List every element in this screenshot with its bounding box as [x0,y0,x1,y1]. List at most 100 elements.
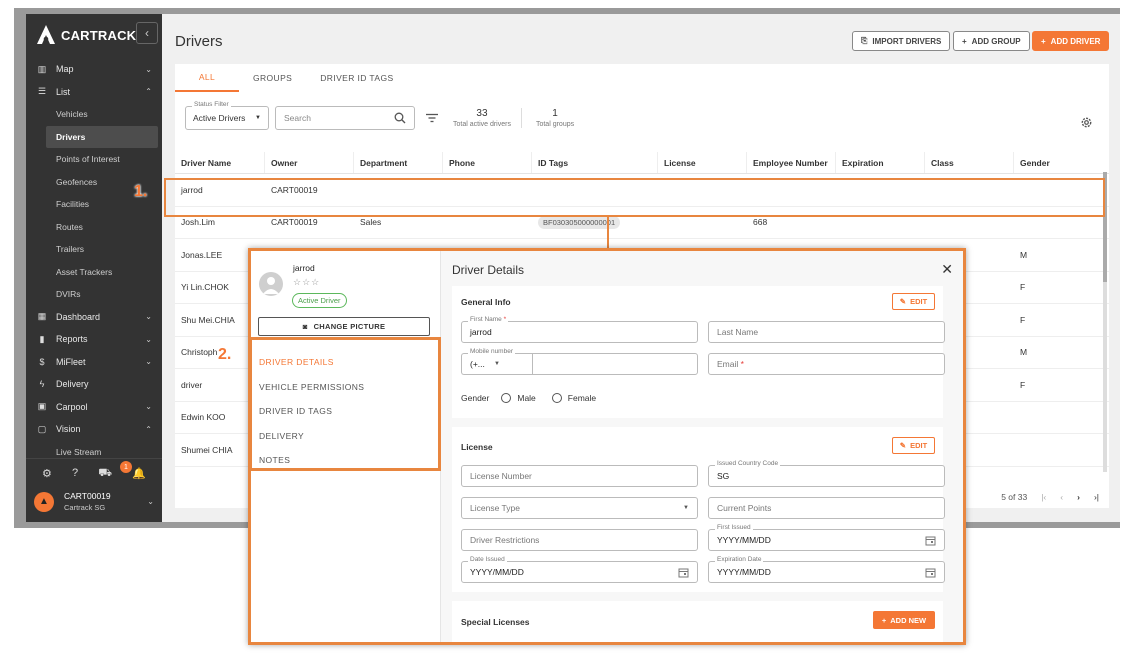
sidebar-item-vision[interactable]: ▢ Vision ⌃ [26,418,162,441]
calendar-icon[interactable] [678,567,689,580]
camera-icon: ◙ [302,322,308,331]
col-department[interactable]: Department [354,152,443,173]
col-phone[interactable]: Phone [443,152,532,173]
change-picture-button[interactable]: ◙ CHANGE PICTURE [258,317,430,336]
last-page-icon[interactable]: ›| [1094,492,1099,502]
settings-icon[interactable]: ⚙ [42,467,52,481]
menu-delivery[interactable]: DELIVERY [252,424,438,449]
chevron-up-icon: ⌃ [145,424,152,434]
calendar-icon[interactable] [925,535,936,548]
import-drivers-button[interactable]: ⎘ IMPORT DRIVERS [852,31,951,51]
sidebar-item-carpool[interactable]: ▣ Carpool ⌄ [26,396,162,419]
add-special-license-button[interactable]: + ADD NEW [873,611,935,629]
col-gender[interactable]: Gender [1014,152,1103,173]
email-field[interactable]: Email * [708,353,945,375]
male-radio[interactable] [501,393,512,403]
tab-all[interactable]: ALL [175,64,239,92]
close-icon[interactable]: ✕ [941,261,953,278]
search-input[interactable]: Search [275,106,415,130]
last-name-field[interactable]: Last Name [708,321,945,343]
sidebar-item-list[interactable]: ☰ List ⌃ [26,81,162,104]
date-issued-field[interactable]: Date Issued YYYY/MM/DD [461,556,698,583]
expiration-date-field[interactable]: Expiration Date YYYY/MM/DD [708,556,945,583]
tab-driver-id-tags[interactable]: DRIVER ID TAGS [306,64,407,92]
sidebar-item-delivery[interactable]: ϟ Delivery [26,373,162,396]
bell-icon[interactable]: 🔔 [132,467,146,481]
tab-groups[interactable]: GROUPS [239,64,306,92]
map-icon: ▥ [37,63,47,74]
license-type-placeholder: License Type [470,503,520,513]
menu-driver-details[interactable]: DRIVER DETAILS [252,350,438,375]
status-filter-select[interactable]: Status Filter Active Drivers ▼ [185,101,269,130]
prev-page-icon[interactable]: ‹ [1060,492,1063,502]
sidebar-subitem-routes[interactable]: Routes [26,216,162,239]
sidebar-subitem-trailers[interactable]: Trailers [26,238,162,261]
expiration-date-value: YYYY/MM/DD [717,567,771,577]
highlight-row-jarrod [164,178,1105,217]
col-owner[interactable]: Owner [265,152,354,173]
highlight-connector [607,216,609,250]
menu-vehicle-permissions[interactable]: VEHICLE PERMISSIONS [252,375,438,400]
table-cell: M [1020,347,1028,358]
car-alert-icon[interactable]: ⛟ [98,467,112,481]
calendar-icon[interactable] [925,567,936,580]
mobile-prefix-select[interactable]: Mobile number (+... ▼ [461,348,533,375]
sidebar-item-dashboard[interactable]: ▦ Dashboard ⌄ [26,306,162,329]
add-group-button[interactable]: + ADD GROUP [953,31,1030,51]
filter-icon[interactable] [425,113,439,123]
account-name: CART00019 [64,491,111,501]
groups-count: 1 [552,108,558,119]
sidebar-subitem-drivers[interactable]: Drivers [46,125,158,148]
sidebar-subitem-asset-trackers[interactable]: Asset Trackers [26,261,162,284]
first-issued-field[interactable]: First Issued YYYY/MM/DD [708,524,945,551]
sidebar-item-mifleet[interactable]: $ MiFleet ⌄ [26,351,162,374]
mobile-number-input[interactable] [532,353,698,375]
col-id-tags[interactable]: ID Tags [532,152,658,173]
collapse-sidebar-button[interactable]: ‹ [136,22,158,44]
help-icon[interactable]: ? [72,467,78,481]
sidebar: CARTRACK ‹ ▥ Map ⌄ ☰ List ⌃ Vehicles Dri… [26,14,162,522]
add-driver-button[interactable]: + ADD DRIVER [1032,31,1110,51]
col-employee-number[interactable]: Employee Number [747,152,836,173]
table-scrollbar[interactable] [1103,172,1107,472]
status-filter-value: Active Drivers [193,113,246,123]
change-picture-label: CHANGE PICTURE [313,322,386,331]
col-expiration[interactable]: Expiration [836,152,925,173]
gender-label: Gender [461,393,490,403]
issued-country-field[interactable]: Issued Country Code SG [708,460,945,487]
table-settings-icon[interactable] [1080,116,1093,134]
menu-notes[interactable]: NOTES [252,448,438,473]
current-points-field[interactable]: Current Points [708,497,945,519]
reports-icon: ▮ [39,333,45,344]
first-issued-label: First Issued [715,524,753,531]
account-switcher[interactable]: ▲ CART00019 Cartrack SG ⌄ [26,489,162,514]
issued-country-label: Issued Country Code [715,460,781,467]
driver-restrictions-field[interactable]: Driver Restrictions [461,529,698,551]
license-type-select[interactable]: License Type ▼ [461,497,698,519]
col-class[interactable]: Class [925,152,1014,173]
first-name-field[interactable]: First Name * jarrod [461,316,698,343]
brand-logo[interactable]: CARTRACK [36,24,136,46]
add-group-label: ADD GROUP [971,36,1021,46]
col-driver-name[interactable]: Driver Name [175,152,265,173]
driver-details-form: Driver Details ✕ General Info ✎ EDIT Fir… [441,251,963,642]
license-edit-button[interactable]: ✎ EDIT [892,437,935,454]
next-page-icon[interactable]: › [1077,492,1080,502]
general-edit-button[interactable]: ✎ EDIT [892,293,935,310]
required-asterisk: * [740,359,744,369]
col-license[interactable]: License [658,152,747,173]
driver-details-dialog: jarrod ☆☆☆ Active Driver ◙ CHANGE PICTUR… [248,248,966,645]
license-number-field[interactable]: License Number [461,465,698,487]
chevron-down-icon: ⌄ [145,312,152,322]
issued-country-value: SG [717,471,730,481]
sidebar-subitem-vehicles[interactable]: Vehicles [26,103,162,126]
female-radio[interactable] [551,393,562,403]
menu-driver-id-tags[interactable]: DRIVER ID TAGS [252,399,438,424]
sidebar-item-reports[interactable]: ▮ Reports ⌄ [26,328,162,351]
sidebar-subitem-dvirs[interactable]: DVIRs [26,283,162,306]
sidebar-item-map[interactable]: ▥ Map ⌄ [26,58,162,81]
general-info-title: General Info [461,297,511,307]
driver-avatar [259,272,283,296]
sidebar-subitem-poi[interactable]: Points of Interest [26,148,162,171]
first-page-icon[interactable]: |‹ [1041,492,1046,502]
